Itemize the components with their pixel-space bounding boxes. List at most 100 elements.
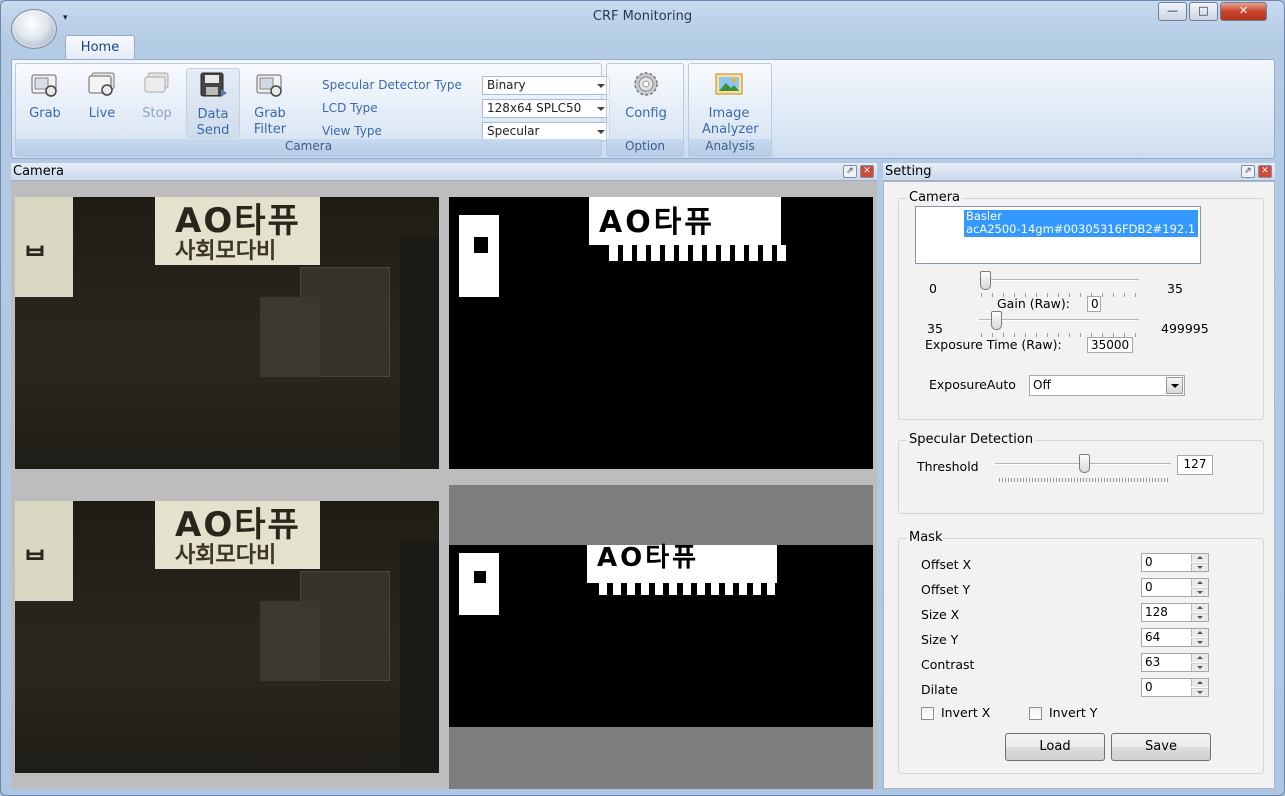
- offset-y-spinner[interactable]: 0: [1141, 578, 1209, 597]
- box-block: [260, 297, 320, 377]
- spin-down-icon[interactable]: [1191, 638, 1208, 646]
- stop-label: Stop: [142, 106, 172, 121]
- camera-device-list[interactable]: Basler acA2500-14gm#00305316FDB2#192.1: [915, 206, 1201, 264]
- exposure-value-field[interactable]: 35000: [1087, 337, 1133, 353]
- grab-label: Grab: [29, 106, 61, 121]
- live-button[interactable]: Live: [75, 68, 129, 138]
- camera-device-id: acA2500-14gm#00305316FDB2#192.1: [966, 222, 1196, 236]
- image-analyzer-label-1: Image: [708, 106, 750, 121]
- lcd-type-label: LCD Type: [322, 101, 378, 115]
- gear-icon: [634, 72, 658, 96]
- chevron-down-icon: [597, 107, 605, 111]
- size-y-spinner[interactable]: 64: [1141, 628, 1209, 647]
- gain-value-field[interactable]: 0: [1087, 296, 1101, 312]
- chevron-down-icon: [1171, 384, 1179, 388]
- spin-down-icon[interactable]: [1191, 588, 1208, 596]
- config-button[interactable]: Config: [619, 68, 673, 138]
- ribbon: Grab Live Stop Data Send Grab Filter Spe…: [11, 59, 1275, 159]
- restore-icon[interactable]: ⇗: [1241, 165, 1255, 178]
- exposure-min: 35: [927, 321, 943, 336]
- camera-view-binary-top[interactable]: AO타퓨: [449, 197, 873, 469]
- exposure-auto-value: Off: [1033, 378, 1051, 392]
- close-button[interactable]: ✕: [1220, 2, 1267, 21]
- spin-down-icon[interactable]: [1191, 663, 1208, 671]
- spin-up-icon[interactable]: [1191, 629, 1208, 637]
- close-icon[interactable]: ✕: [860, 165, 874, 178]
- threshold-slider[interactable]: [1079, 454, 1090, 473]
- offset-x-label: Offset X: [921, 557, 972, 572]
- camera-settings-group: Camera Basler acA2500-14gm#00305316FDB2#…: [898, 190, 1264, 420]
- dark-edge: [400, 541, 439, 773]
- contrast-spinner[interactable]: 63: [1141, 653, 1209, 672]
- dropdown-button[interactable]: [1166, 377, 1183, 394]
- image-analyzer-button[interactable]: Image Analyzer: [702, 68, 759, 138]
- spin-up-icon[interactable]: [1191, 554, 1208, 562]
- gain-min: 0: [929, 281, 937, 296]
- minimize-button[interactable]: —: [1158, 2, 1187, 21]
- grab-filter-label-1: Grab: [254, 106, 286, 121]
- mask-group-title: Mask: [907, 530, 945, 545]
- camera-view-masked[interactable]: AO타퓨: [449, 485, 873, 789]
- grab-button[interactable]: Grab: [18, 68, 72, 138]
- spin-down-icon[interactable]: [1191, 613, 1208, 621]
- spin-up-icon[interactable]: [1191, 679, 1208, 687]
- ribbon-group-analysis-label: Analysis: [689, 139, 771, 156]
- exposure-value: 35000: [1091, 338, 1130, 352]
- exposure-label: Exposure Time (Raw):: [925, 337, 1062, 352]
- spin-down-icon[interactable]: [1191, 688, 1208, 696]
- size-y-value: 64: [1145, 630, 1161, 644]
- setting-pane-title: Setting: [885, 164, 932, 179]
- dark-edge: [400, 237, 439, 469]
- ribbon-group-option: Config Option: [606, 63, 684, 157]
- stop-icon: [144, 72, 169, 93]
- ribbon-group-analysis: Image Analyzer Analysis: [688, 63, 772, 157]
- sign-text-bottom: 사회모다비: [175, 239, 277, 264]
- title-bar: ▾ CRF Monitoring — □ ✕: [1, 1, 1284, 49]
- lcd-type-value: 128x64 SPLC50: [487, 101, 582, 115]
- exposure-max: 499995: [1161, 321, 1209, 336]
- size-x-value: 128: [1145, 605, 1168, 619]
- camera-device-item[interactable]: Basler acA2500-14gm#00305316FDB2#192.1: [964, 210, 1198, 237]
- data-send-label-2: Send: [196, 123, 230, 138]
- load-button[interactable]: Load: [1005, 733, 1105, 761]
- exposure-auto-select[interactable]: Off: [1029, 375, 1185, 396]
- gain-label: Gain (Raw):: [997, 296, 1070, 311]
- camera-view-raw-top[interactable]: AO타퓨 사회모다비 ᄇ: [15, 197, 439, 469]
- binary-sign-text: AO타퓨: [597, 543, 700, 573]
- view-type-label: View Type: [322, 124, 382, 138]
- lcd-type-select[interactable]: 128x64 SPLC50: [482, 99, 610, 118]
- maximize-button[interactable]: □: [1189, 2, 1218, 21]
- dilate-spinner[interactable]: 0: [1141, 678, 1209, 697]
- mask-group: Mask Offset X 0 Offset Y 0 Size X 128 Si…: [898, 530, 1264, 774]
- save-disk-icon: [200, 72, 227, 97]
- filter-camera-icon: [256, 74, 282, 97]
- close-icon[interactable]: ✕: [1258, 165, 1272, 178]
- sign-text-bottom: 사회모다비: [175, 543, 277, 568]
- spin-up-icon[interactable]: [1191, 604, 1208, 612]
- camera-views: AO타퓨 사회모다비 ᄇ AO타퓨 AO타퓨 사회모다비 ᄇ AO타퓨: [11, 181, 877, 789]
- exposure-slider[interactable]: [990, 311, 1002, 330]
- binary-speckle-row: [609, 245, 789, 261]
- tab-home[interactable]: Home: [65, 35, 135, 60]
- threshold-label: Threshold: [917, 459, 979, 474]
- image-analyzer-icon: [715, 73, 743, 95]
- spin-down-icon[interactable]: [1191, 563, 1208, 571]
- gain-slider[interactable]: [980, 271, 991, 290]
- invert-x-checkbox[interactable]: [921, 707, 934, 720]
- spin-up-icon[interactable]: [1191, 579, 1208, 587]
- spin-up-icon[interactable]: [1191, 654, 1208, 662]
- grab-filter-button[interactable]: Grab Filter: [243, 68, 297, 138]
- size-x-spinner[interactable]: 128: [1141, 603, 1209, 622]
- stop-button[interactable]: Stop: [130, 68, 184, 138]
- data-send-button[interactable]: Data Send: [186, 68, 240, 138]
- live-camera-icon: [88, 72, 115, 96]
- invert-x-label: Invert X: [941, 705, 991, 720]
- camera-view-raw-bottom[interactable]: AO타퓨 사회모다비 ᄇ: [15, 501, 439, 773]
- save-button[interactable]: Save: [1111, 733, 1211, 761]
- offset-x-spinner[interactable]: 0: [1141, 553, 1209, 572]
- restore-icon[interactable]: ⇗: [843, 165, 857, 178]
- specular-detector-type-select[interactable]: Binary: [482, 76, 610, 95]
- threshold-value-field[interactable]: 127: [1177, 455, 1213, 475]
- invert-y-checkbox[interactable]: [1029, 707, 1042, 720]
- setting-pane-header: Setting ⇗ ✕: [883, 163, 1275, 181]
